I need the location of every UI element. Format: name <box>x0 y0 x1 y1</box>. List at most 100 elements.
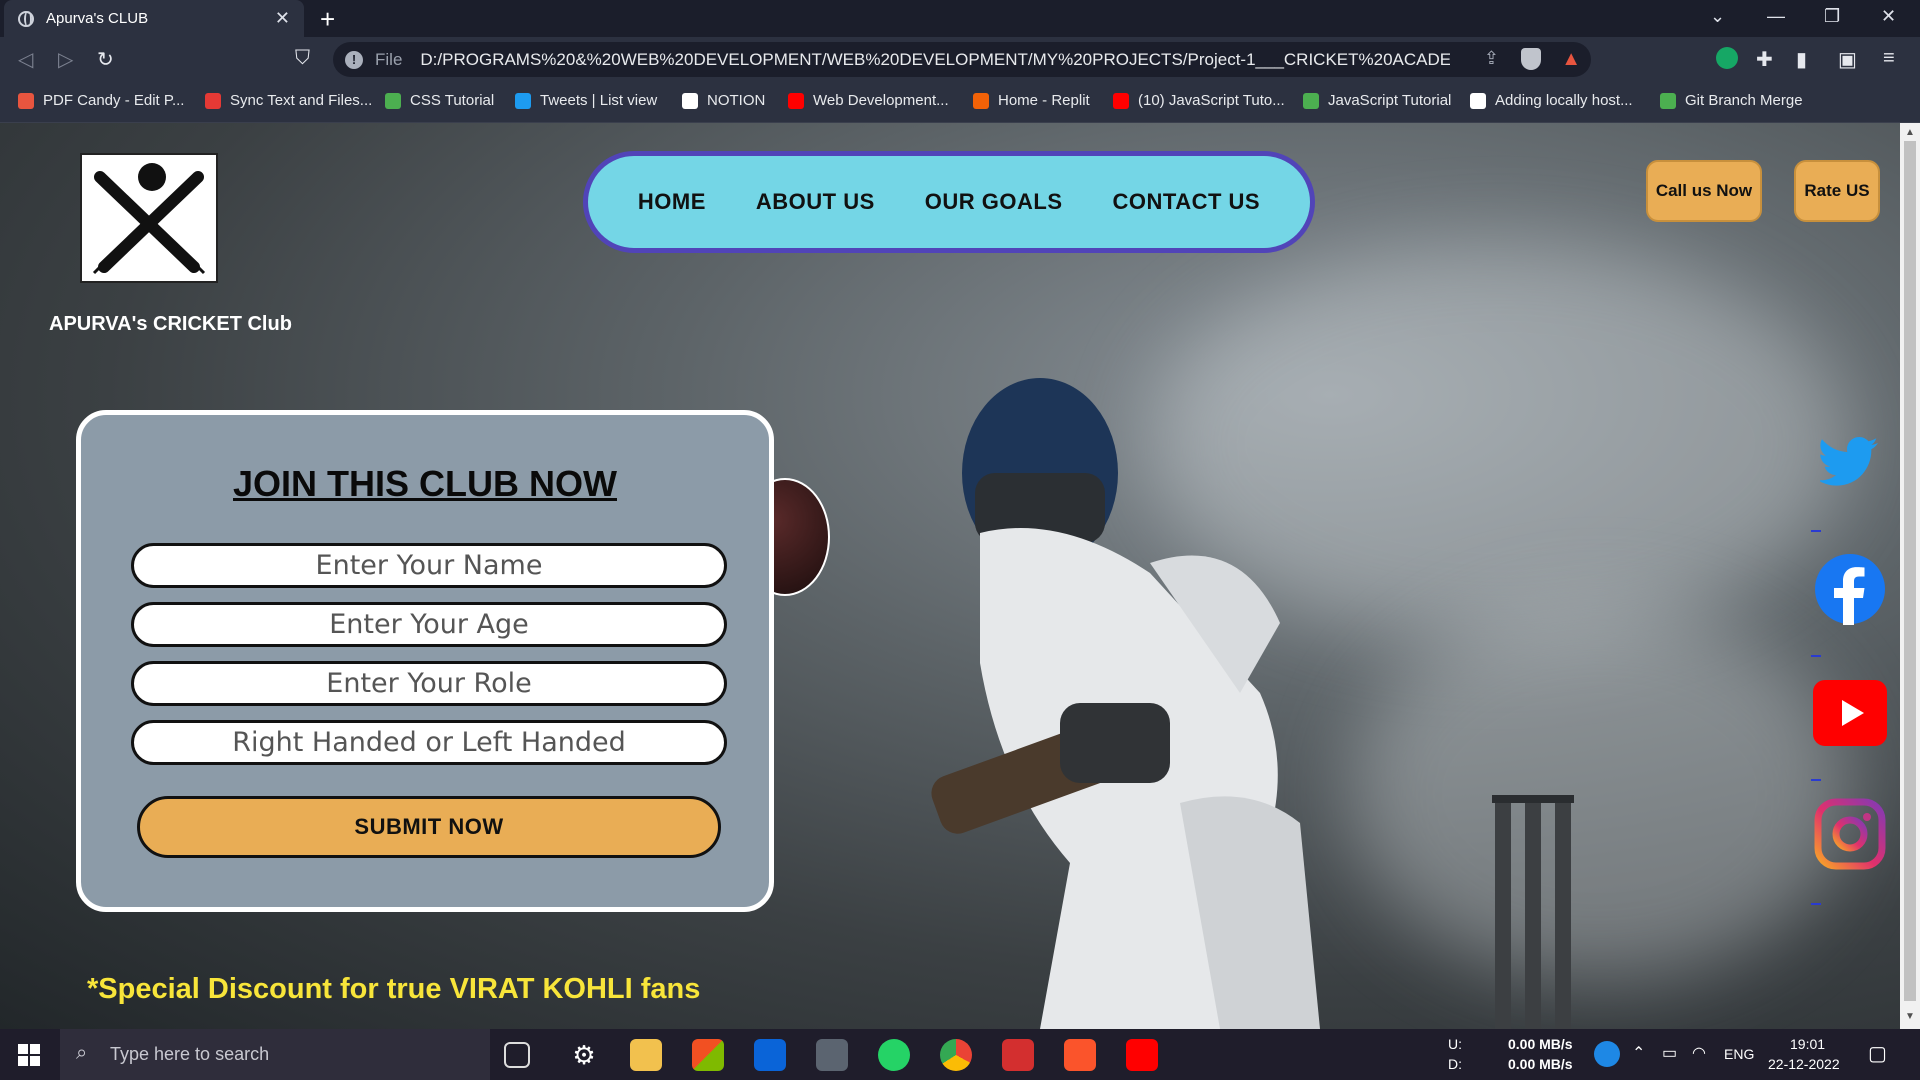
share-icon[interactable]: ⇪ <box>1484 48 1499 69</box>
github-icon <box>1470 92 1486 109</box>
club-name: APURVA's CRICKET Club <box>49 313 292 335</box>
nav-contact-us[interactable]: CONTACT US <box>1113 189 1261 215</box>
notifications-icon[interactable]: ▢ <box>1868 1041 1887 1066</box>
rate-us-button[interactable]: Rate US <box>1794 160 1880 222</box>
extensions-icon[interactable]: ✚ <box>1756 47 1773 72</box>
close-window-button[interactable]: ✕ <box>1881 6 1896 27</box>
brave-browser-icon[interactable] <box>1064 1039 1096 1071</box>
wifi-icon[interactable]: ◠ <box>1692 1043 1706 1063</box>
bookmark-item[interactable]: Web Development... <box>788 92 949 109</box>
age-input[interactable] <box>131 602 727 647</box>
form-title: JOIN THIS CLUB NOW <box>233 463 617 504</box>
youtube-icon <box>788 92 804 109</box>
bookmark-label: Adding locally host... <box>1495 92 1633 109</box>
w3schools-icon <box>1303 92 1319 109</box>
scrollbar-thumb[interactable] <box>1904 141 1916 1001</box>
bookmark-item[interactable]: PDF Candy - Edit P... <box>18 92 184 109</box>
microsoft-store-icon[interactable] <box>692 1039 724 1071</box>
settings-icon[interactable]: ⚙ <box>568 1039 600 1071</box>
scroll-down-icon[interactable]: ▼ <box>1905 1011 1915 1022</box>
bookmark-item[interactable]: (10) JavaScript Tuto... <box>1113 92 1285 109</box>
windows-start-icon[interactable] <box>18 1044 40 1066</box>
sidebar-icon[interactable]: ▮ <box>1796 47 1807 72</box>
wallet-icon[interactable]: ▣ <box>1838 47 1857 72</box>
scroll-up-icon[interactable]: ▲ <box>1905 127 1915 138</box>
brave-shield-icon[interactable] <box>1521 48 1541 70</box>
bookmark-item[interactable]: CSS Tutorial <box>385 92 494 109</box>
grammarly-icon[interactable] <box>1716 47 1738 69</box>
acrobat-icon[interactable] <box>1002 1039 1034 1071</box>
file-explorer-icon[interactable] <box>630 1039 662 1071</box>
brave-rewards-icon[interactable]: ▲ <box>1561 48 1581 71</box>
taskbar-search[interactable]: ⌕ Type here to search <box>60 1029 490 1080</box>
page-scrollbar[interactable]: ▲ ▼ <box>1900 123 1920 1029</box>
new-tab-button[interactable]: + <box>320 4 335 35</box>
bookmark-item[interactable]: Sync Text and Files... <box>205 92 372 109</box>
tab-search-icon[interactable]: ⌄ <box>1710 6 1725 27</box>
bookmark-item[interactable]: JavaScript Tutorial <box>1303 92 1451 109</box>
search-icon: ⌕ <box>76 1042 88 1064</box>
tab-close-icon[interactable]: ✕ <box>275 8 290 29</box>
page-viewport: APURVA's CRICKET Club HOME ABOUT US OUR … <box>0 123 1900 1029</box>
role-input[interactable] <box>131 661 727 706</box>
bookmark-label: (10) JavaScript Tuto... <box>1138 92 1285 109</box>
task-view-icon[interactable] <box>504 1042 530 1068</box>
bookmark-label: Git Branch Merge <box>1685 92 1803 109</box>
url-text[interactable]: D:/PROGRAMS%20&%20WEB%20DEVELOPMENT/WEB%… <box>420 50 1450 70</box>
back-icon[interactable]: ◁ <box>18 47 33 72</box>
bookmark-item[interactable]: NOTION <box>682 92 765 109</box>
windows-taskbar: ⌕ Type here to search ⚙ U: D: 0.00 MB/s … <box>0 1029 1920 1080</box>
help-icon[interactable] <box>1594 1041 1620 1067</box>
calculator-icon[interactable] <box>816 1039 848 1071</box>
nav-home[interactable]: HOME <box>638 189 706 215</box>
browser-tab[interactable]: Apurva's CLUB ✕ <box>4 0 304 37</box>
chevron-up-icon[interactable]: ⌃ <box>1632 1043 1645 1063</box>
notion-icon <box>682 92 698 109</box>
globe-icon <box>18 10 34 27</box>
chrome-icon[interactable] <box>940 1039 972 1071</box>
bookmark-icon[interactable]: ⛉ <box>295 47 310 70</box>
separator <box>1811 779 1821 781</box>
url-scheme: File <box>375 49 403 69</box>
cricketer-illustration <box>931 378 1574 1029</box>
bookmark-item[interactable]: Tweets | List view <box>515 92 657 109</box>
clock-date[interactable]: 22-12-2022 <box>1768 1056 1840 1072</box>
submit-button[interactable]: SUBMIT NOW <box>137 796 721 858</box>
discount-banner: *Special Discount for true VIRAT KOHLI f… <box>87 973 701 1005</box>
net-download-label: D: <box>1448 1056 1462 1072</box>
whatsapp-icon[interactable] <box>878 1039 910 1071</box>
youtube-app-icon[interactable] <box>1126 1039 1158 1071</box>
minimize-button[interactable]: — <box>1767 6 1785 27</box>
info-icon[interactable]: ! <box>345 50 363 69</box>
bookmark-label: JavaScript Tutorial <box>1328 92 1452 109</box>
bookmark-label: Sync Text and Files... <box>230 92 373 109</box>
bookmark-item[interactable]: Adding locally host... <box>1470 92 1633 109</box>
clock-time[interactable]: 19:01 <box>1790 1036 1825 1052</box>
browser-tab-strip: Apurva's CLUB ✕ + ⌄ — ❐ ✕ <box>0 0 1920 37</box>
tab-title: Apurva's CLUB <box>46 10 149 27</box>
nav-our-goals[interactable]: OUR GOALS <box>925 189 1063 215</box>
youtube-icon <box>1113 92 1129 109</box>
instagram-icon[interactable] <box>1812 796 1888 872</box>
net-download-speed: 0.00 MB/s <box>1508 1056 1573 1072</box>
address-bar[interactable]: ! File D:/PROGRAMS%20&%20WEB%20DEVELOPME… <box>333 42 1591 77</box>
call-us-button[interactable]: Call us Now <box>1646 160 1762 222</box>
name-input[interactable] <box>131 543 727 588</box>
bookmark-label: Web Development... <box>813 92 949 109</box>
twitter-icon[interactable] <box>1812 425 1888 501</box>
restore-button[interactable]: ❐ <box>1824 6 1840 27</box>
bookmark-item[interactable]: Home - Replit <box>973 92 1090 109</box>
forward-icon[interactable]: ▷ <box>58 47 73 72</box>
youtube-icon[interactable] <box>1812 675 1888 751</box>
vscode-icon[interactable] <box>754 1039 786 1071</box>
reload-icon[interactable]: ↻ <box>97 47 114 72</box>
separator <box>1811 655 1821 657</box>
club-logo[interactable] <box>80 153 218 283</box>
nav-about-us[interactable]: ABOUT US <box>756 189 875 215</box>
facebook-icon[interactable] <box>1812 551 1888 627</box>
menu-icon[interactable]: ≡ <box>1883 47 1895 70</box>
bookmark-item[interactable]: Git Branch Merge <box>1660 92 1803 109</box>
battery-icon[interactable]: ▭ <box>1662 1043 1677 1063</box>
language-indicator[interactable]: ENG <box>1724 1046 1754 1062</box>
handedness-input[interactable] <box>131 720 727 765</box>
